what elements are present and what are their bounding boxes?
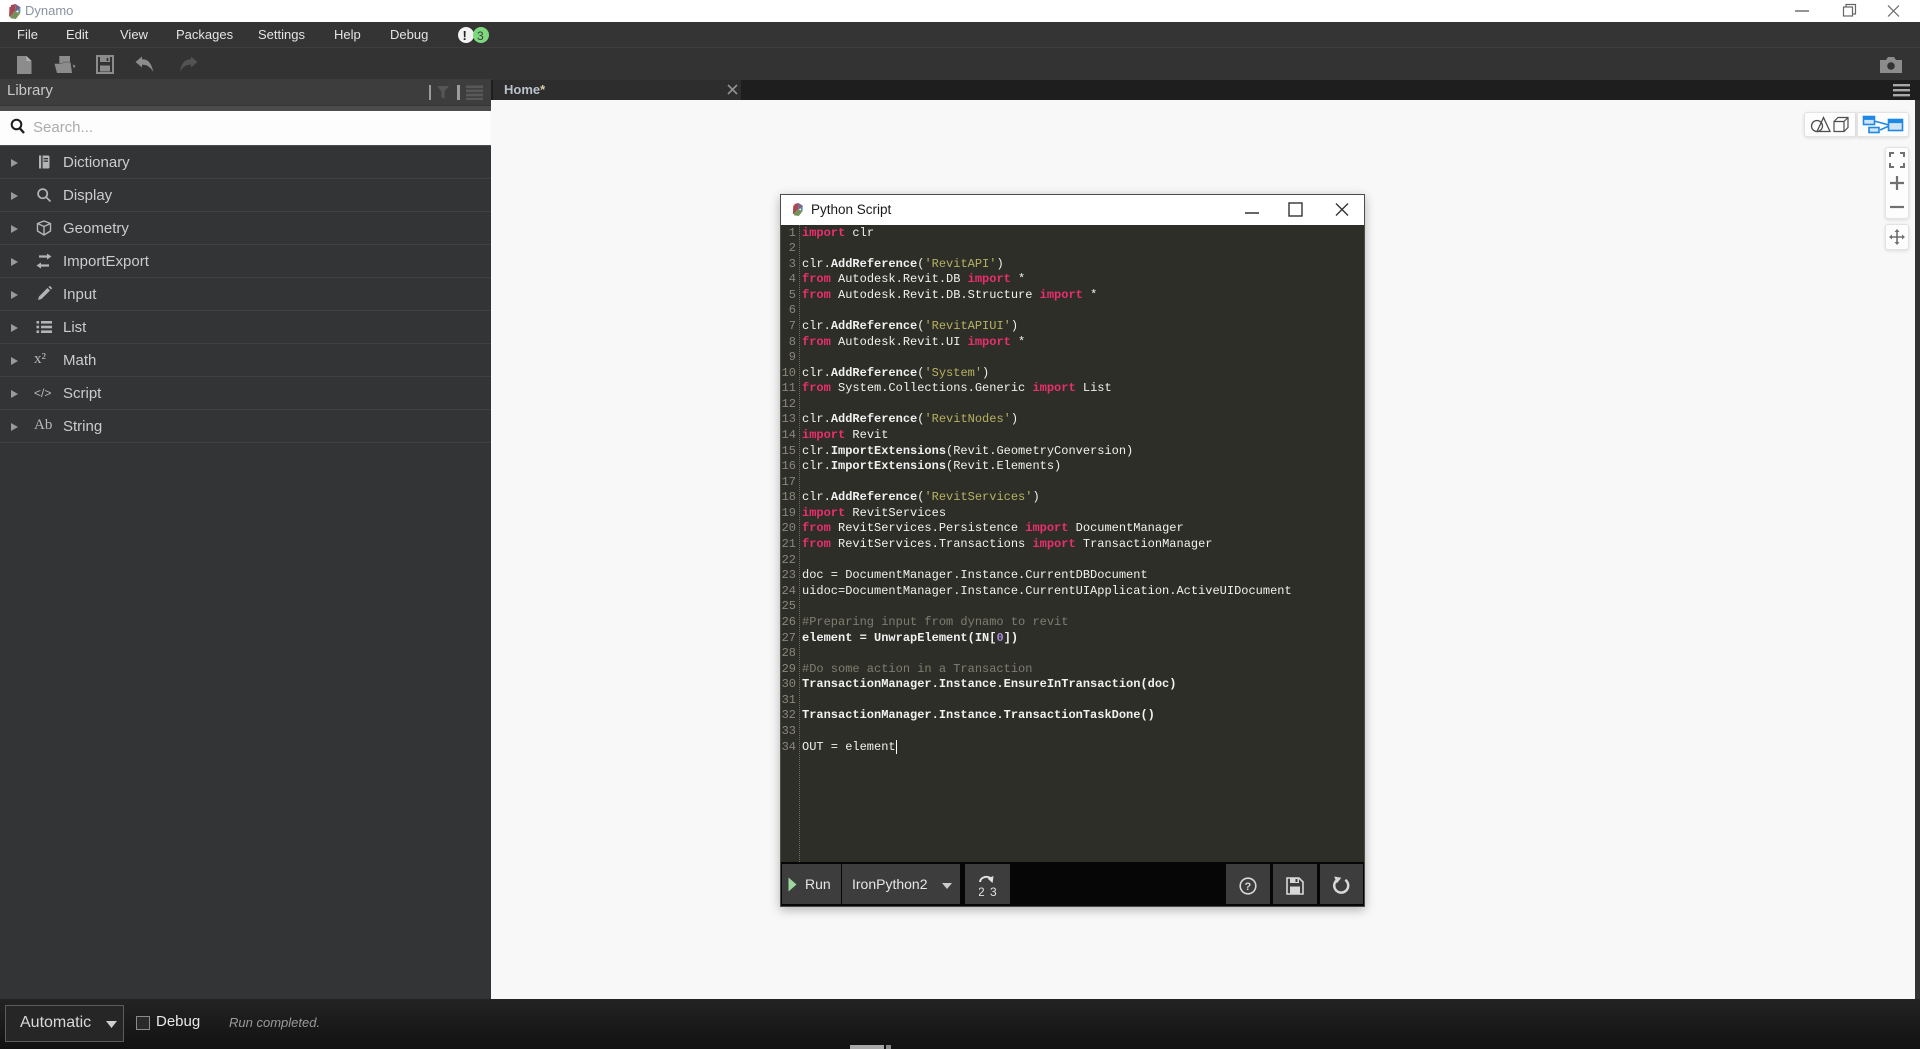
svg-text:?: ? bbox=[1244, 881, 1251, 893]
svg-text:3: 3 bbox=[990, 885, 997, 897]
svg-text:2: 2 bbox=[979, 885, 985, 897]
